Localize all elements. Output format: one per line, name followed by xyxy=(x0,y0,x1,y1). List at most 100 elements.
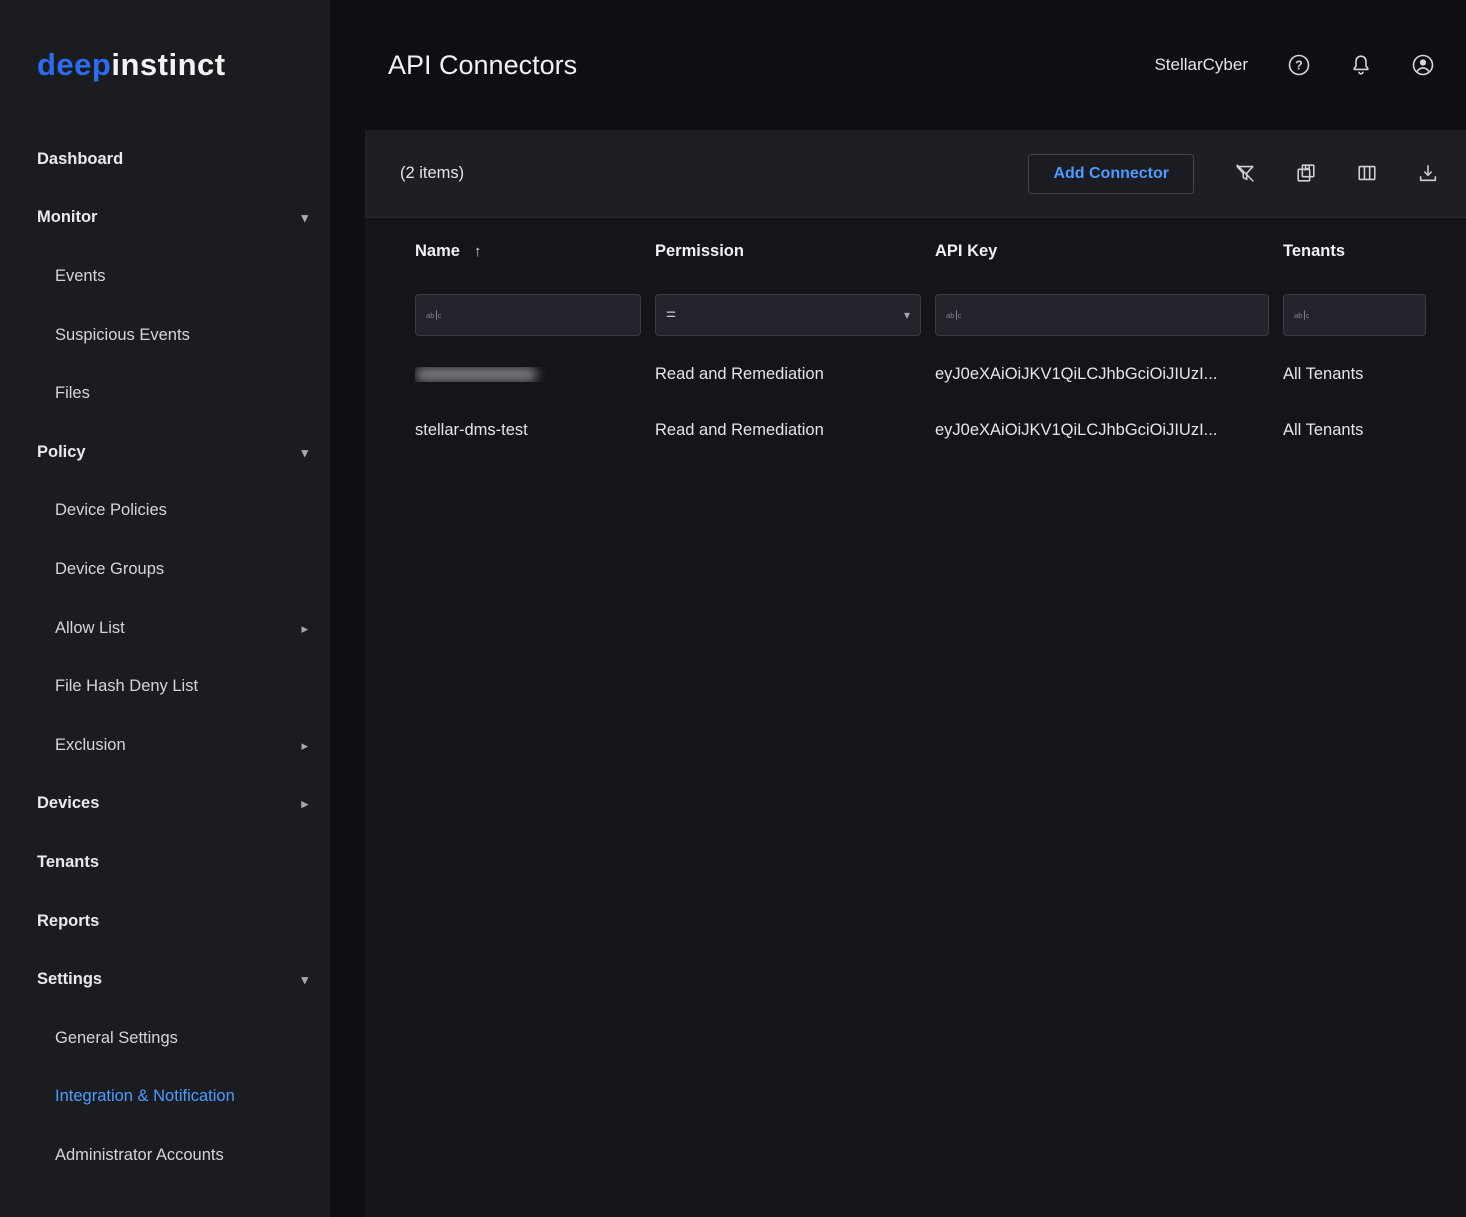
table-row[interactable]: Read and Remediation eyJ0eXAiOiJKV1QiLCJ… xyxy=(365,346,1466,402)
sidebar-item-allow-list[interactable]: Allow List ▸ xyxy=(0,599,330,658)
column-label: API Key xyxy=(935,242,997,260)
sidebar-item-label: Allow List xyxy=(55,619,125,638)
sidebar-item-monitor[interactable]: Monitor ▾ xyxy=(0,189,330,248)
add-connector-button[interactable]: Add Connector xyxy=(1028,154,1194,194)
svg-text:c: c xyxy=(958,311,962,320)
table-row[interactable]: stellar-dms-test Read and Remediation ey… xyxy=(365,402,1466,458)
cell-permission: Read and Remediation xyxy=(655,365,935,384)
logo-part-2: instinct xyxy=(111,47,225,83)
name-filter[interactable]: abc xyxy=(415,294,641,336)
download-icon[interactable] xyxy=(1416,162,1440,186)
saved-views-icon[interactable] xyxy=(1294,162,1318,186)
sidebar-item-label: Files xyxy=(55,384,90,403)
sort-ascending-icon: ↑ xyxy=(474,243,482,260)
chevron-down-icon: ▾ xyxy=(301,211,308,224)
column-header-tenants[interactable]: Tenants xyxy=(1283,242,1440,261)
chevron-right-icon: ▸ xyxy=(301,739,308,752)
sidebar-item-devices[interactable]: Devices▸ xyxy=(0,775,330,834)
sidebar-item-label: Exclusion xyxy=(55,736,126,755)
sidebar-item-administrator-accounts[interactable]: Administrator Accounts xyxy=(0,1126,330,1185)
sidebar-item-label: Dashboard xyxy=(37,150,123,169)
table-header-row: Name ↑ Permission API Key Tenants xyxy=(365,218,1466,284)
permission-filter-dropdown[interactable]: = ▾ xyxy=(655,294,921,336)
sidebar-item-file-hash-deny-list[interactable]: File Hash Deny List xyxy=(0,657,330,716)
sidebar-item-policy[interactable]: Policy ▾ xyxy=(0,423,330,482)
account-avatar-icon[interactable] xyxy=(1410,52,1436,78)
chevron-down-icon: ▾ xyxy=(301,973,308,986)
sidebar-item-integration-notification[interactable]: Integration & Notification xyxy=(0,1068,330,1127)
sidebar-item-reports[interactable]: Reports xyxy=(0,892,330,951)
cell-name xyxy=(415,367,655,382)
account-name: StellarCyber xyxy=(1154,55,1248,75)
sidebar-item-files[interactable]: Files xyxy=(0,364,330,423)
sidebar-item-general-settings[interactable]: General Settings xyxy=(0,1009,330,1068)
sidebar-item-label: Tenants xyxy=(37,853,99,872)
text-filter-icon: abc xyxy=(1294,308,1311,322)
columns-icon[interactable] xyxy=(1355,162,1379,186)
sidebar-item-suspicious-events[interactable]: Suspicious Events xyxy=(0,306,330,365)
cell-api-key: eyJ0eXAiOiJKV1QiLCJhbGciOiJIUzI... xyxy=(935,421,1283,440)
sidebar-item-device-groups[interactable]: Device Groups xyxy=(0,540,330,599)
text-filter-icon: abc xyxy=(946,308,963,322)
notifications-bell-icon[interactable] xyxy=(1348,52,1374,78)
sidebar-nav: Dashboard Monitor ▾ Events Suspicious Eve… xyxy=(0,130,330,1217)
sidebar-item-label: Policy xyxy=(37,443,86,462)
redacted-name xyxy=(415,367,537,382)
sidebar-item-label: Device Policies xyxy=(55,501,167,520)
column-label: Name xyxy=(415,242,460,260)
sidebar-item-device-policies[interactable]: Device Policies xyxy=(0,482,330,541)
grid-toolbar: (2 items) Add Connector xyxy=(365,130,1466,218)
sidebar-item-label: Integration & Notification xyxy=(55,1087,235,1106)
sidebar-item-label: Events xyxy=(55,267,105,286)
cell-permission: Read and Remediation xyxy=(655,421,935,440)
chevron-right-icon: ▸ xyxy=(301,622,308,635)
header-right-cluster: StellarCyber ? xyxy=(1154,52,1436,78)
sidebar-item-label: Reports xyxy=(37,912,99,931)
sidebar-item-label: File Hash Deny List xyxy=(55,677,198,696)
column-header-name[interactable]: Name ↑ xyxy=(415,242,655,261)
deepinstinct-logo: deepinstinct xyxy=(0,0,330,130)
sidebar-item-label: Settings xyxy=(37,970,102,989)
tenants-filter-input[interactable] xyxy=(1317,307,1415,324)
sidebar: deepinstinct Dashboard Monitor ▾ Events S… xyxy=(0,0,330,1217)
items-count: (2 items) xyxy=(400,164,464,183)
sidebar-item-dashboard[interactable]: Dashboard xyxy=(0,130,330,189)
sidebar-item-label: Administrator Accounts xyxy=(55,1146,224,1165)
svg-text:?: ? xyxy=(1295,58,1303,72)
sidebar-item-label: Devices xyxy=(37,794,99,813)
sidebar-item-label: Monitor xyxy=(37,208,97,227)
cell-api-key: eyJ0eXAiOiJKV1QiLCJhbGciOiJIUzI... xyxy=(935,365,1283,384)
clear-filters-icon[interactable] xyxy=(1233,162,1257,186)
connectors-table: Name↑ Permission API Key Tenants abc = ▾… xyxy=(365,218,1466,458)
table-filter-row: abc = ▾ abc abc xyxy=(365,284,1466,346)
api-key-filter[interactable]: abc xyxy=(935,294,1269,336)
page-title: API Connectors xyxy=(388,50,577,81)
svg-text:c: c xyxy=(438,311,442,320)
equals-operator-icon: = xyxy=(666,305,676,325)
tenants-filter[interactable]: abc xyxy=(1283,294,1426,336)
column-label: Tenants xyxy=(1283,242,1345,260)
sidebar-item-settings[interactable]: Settings ▾ xyxy=(0,950,330,1009)
cell-tenants: All Tenants xyxy=(1283,421,1440,440)
sidebar-item-exclusion[interactable]: Exclusion ▸ xyxy=(0,716,330,775)
cell-tenants: All Tenants xyxy=(1283,365,1440,384)
sidebar-item-label: General Settings xyxy=(55,1029,178,1048)
text-filter-icon: abc xyxy=(426,308,443,322)
api-key-filter-input[interactable] xyxy=(969,307,1258,324)
column-label: Permission xyxy=(655,242,744,260)
sidebar-item-label: Device Groups xyxy=(55,560,164,579)
help-icon[interactable]: ? xyxy=(1286,52,1312,78)
cell-name: stellar-dms-test xyxy=(415,421,655,440)
sidebar-item-tenants[interactable]: Tenants xyxy=(0,833,330,892)
connectors-panel: (2 items) Add Connector Name ↑ xyxy=(365,130,1466,1217)
column-header-api-key[interactable]: API Key xyxy=(935,242,1283,261)
svg-text:c: c xyxy=(1306,311,1310,320)
main-area: API Connectors StellarCyber ? (2 items) … xyxy=(330,0,1466,1217)
name-filter-input[interactable] xyxy=(449,307,630,324)
chevron-down-icon: ▾ xyxy=(301,446,308,459)
chevron-down-icon: ▾ xyxy=(904,308,910,322)
logo-part-1: deep xyxy=(37,47,111,83)
svg-text:ab: ab xyxy=(1294,311,1302,320)
sidebar-item-events[interactable]: Events xyxy=(0,247,330,306)
column-header-permission[interactable]: Permission xyxy=(655,242,935,261)
